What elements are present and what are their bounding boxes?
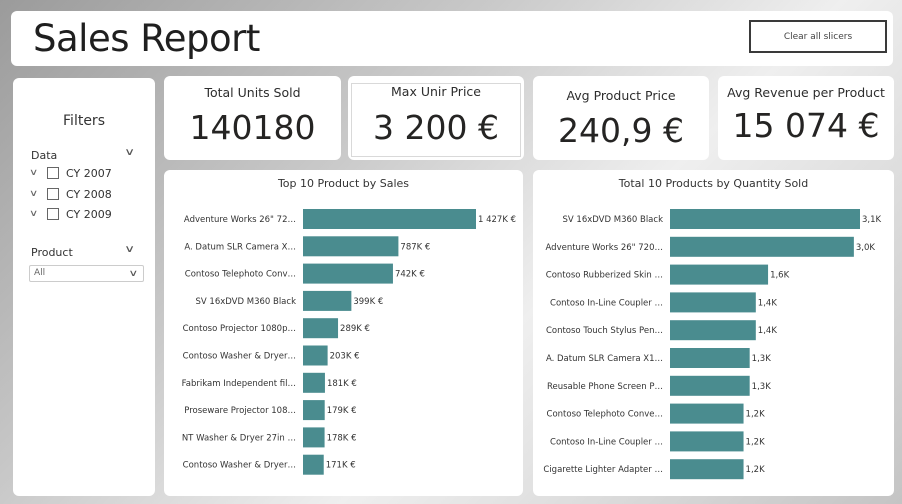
kpi-card-avg-revenue-per-product: Avg Revenue per Product 15 074 €	[718, 76, 894, 160]
data-label: 1,6K	[770, 271, 790, 281]
data-label: 3,1K	[862, 215, 882, 225]
clear-all-slicers-button[interactable]: Clear all slicers	[749, 20, 887, 53]
data-label: 1,2K	[746, 410, 766, 420]
bar[interactable]	[670, 209, 860, 229]
chevron-down-icon[interactable]: ∨	[129, 267, 139, 282]
top10-sales-plot: Adventure Works 26" 72… 1 427K € A. Datum …	[182, 209, 516, 475]
category-label: Adventure Works 26" 720…	[546, 243, 663, 253]
expand-icon[interactable]: ∨	[29, 189, 50, 199]
bar[interactable]	[303, 290, 352, 311]
kpi-title: Total Units Sold	[204, 85, 301, 100]
bar[interactable]	[303, 209, 476, 229]
data-label: 1,2K	[746, 465, 766, 475]
chevron-down-icon[interactable]: ∨	[124, 147, 135, 158]
category-label: Contoso Touch Stylus Pen…	[546, 326, 663, 336]
data-label: 1,3K	[752, 354, 772, 364]
product-dropdown[interactable]: All ∨	[29, 265, 144, 282]
data-label: 742K €	[395, 270, 425, 280]
category-label: SV 16xDVD M360 Black	[196, 297, 297, 307]
data-label: 1,4K	[758, 326, 778, 336]
bar[interactable]	[670, 264, 769, 285]
bar[interactable]	[303, 427, 325, 448]
top10-sales-chart[interactable]: Top 10 Product by Sales Adventure Works …	[164, 170, 523, 496]
bar[interactable]	[670, 348, 750, 368]
data-label: 1,2K	[746, 437, 766, 447]
category-label: Reusable Phone Screen P…	[547, 382, 663, 392]
data-label: 203K €	[330, 352, 360, 362]
bar[interactable]	[303, 454, 324, 475]
category-label: Proseware Projector 108…	[184, 406, 296, 416]
category-label: Contoso In-Line Coupler …	[550, 437, 663, 447]
category-label: A. Datum SLR Camera X1…	[546, 354, 663, 364]
kpi-card-total-units-sold: Total Units Sold 140180	[164, 76, 341, 160]
category-label: Contoso Telephoto Conve…	[547, 410, 663, 420]
category-label: Cigarette Lighter Adapter …	[543, 465, 663, 475]
filters-title: Filters	[63, 113, 105, 129]
bar[interactable]	[303, 345, 328, 366]
expand-icon[interactable]: ∨	[29, 209, 50, 219]
slicer-item-cy2008[interactable]: ∨ CY 2008	[29, 186, 112, 202]
data-label: 787K €	[400, 242, 430, 252]
header-card: Sales Report Clear all slicers	[11, 11, 893, 66]
bar[interactable]	[303, 372, 325, 393]
slicer-item-cy2007[interactable]: ∨ CY 2007	[29, 165, 112, 181]
bar[interactable]	[670, 292, 756, 313]
bar[interactable]	[303, 263, 393, 284]
kpi-value: 140180	[189, 108, 316, 147]
slicer-item-label: CY 2007	[66, 166, 112, 180]
top10-quantity-chart[interactable]: Total 10 Products by Quantity Sold SV 16…	[533, 170, 894, 496]
category-label: Contoso In-Line Coupler …	[550, 298, 663, 308]
bar[interactable]	[303, 318, 339, 339]
bar[interactable]	[670, 431, 744, 452]
category-label: Contoso Projector 1080p…	[183, 324, 296, 334]
kpi-title: Max Unir Price	[391, 84, 481, 99]
kpi-title: Avg Product Price	[566, 88, 676, 103]
data-label: 1,3K	[752, 382, 772, 392]
category-label: Adventure Works 26" 72…	[184, 215, 296, 225]
kpi-value: 3 200 €	[373, 108, 499, 147]
data-label: 179K €	[327, 406, 357, 416]
data-label: 399K €	[353, 297, 383, 307]
slicer-item-cy2009[interactable]: ∨ CY 2009	[29, 206, 112, 222]
product-slicer-title: Product	[31, 246, 73, 259]
slicer-item-label: CY 2008	[66, 187, 112, 201]
kpi-card-max-unit-price: Max Unir Price 3 200 €	[348, 76, 524, 160]
data-label: 1,4K	[758, 298, 778, 308]
category-label: NT Washer & Dryer 27in …	[182, 433, 296, 443]
kpi-card-avg-product-price: Avg Product Price 240,9 €	[533, 76, 709, 160]
bar[interactable]	[303, 236, 399, 257]
filters-panel: Filters Data ∨ ∨ CY 2007 ∨ CY 2008 ∨ CY …	[13, 78, 155, 496]
expand-icon[interactable]: ∨	[29, 168, 50, 178]
data-label: 171K €	[326, 461, 356, 471]
data-label: 178K €	[327, 433, 357, 443]
bar[interactable]	[670, 403, 744, 424]
category-label: Contoso Washer & Dryer…	[183, 461, 296, 471]
bar[interactable]	[670, 375, 750, 396]
category-label: Fabrikam Independent fil…	[182, 379, 296, 389]
category-label: Contoso Washer & Dryer…	[183, 352, 296, 362]
page-title: Sales Report	[33, 17, 260, 60]
category-label: Contoso Rubberized Skin …	[546, 271, 663, 281]
bar[interactable]	[670, 459, 744, 480]
kpi-value: 240,9 €	[558, 111, 684, 150]
chevron-down-icon[interactable]: ∨	[124, 244, 135, 255]
data-label: 181K €	[327, 379, 357, 389]
data-label: 1 427K €	[478, 215, 516, 225]
bar[interactable]	[670, 236, 854, 257]
bar[interactable]	[303, 400, 325, 421]
category-label: Contoso Telephoto Conv…	[185, 270, 296, 280]
kpi-value: 15 074 €	[732, 106, 880, 145]
data-label: 3,0K	[856, 243, 876, 253]
data-slicer-title: Data	[31, 149, 58, 162]
category-label: SV 16xDVD M360 Black	[563, 215, 664, 225]
bar[interactable]	[670, 320, 756, 341]
category-label: A. Datum SLR Camera X…	[184, 242, 296, 252]
product-dropdown-value: All	[34, 268, 46, 278]
slicer-item-label: CY 2009	[66, 207, 112, 221]
kpi-title: Avg Revenue per Product	[727, 85, 885, 100]
top10-quantity-plot: SV 16xDVD M360 Black 3,1K Adventure Works …	[543, 209, 882, 480]
data-label: 289K €	[340, 324, 370, 334]
